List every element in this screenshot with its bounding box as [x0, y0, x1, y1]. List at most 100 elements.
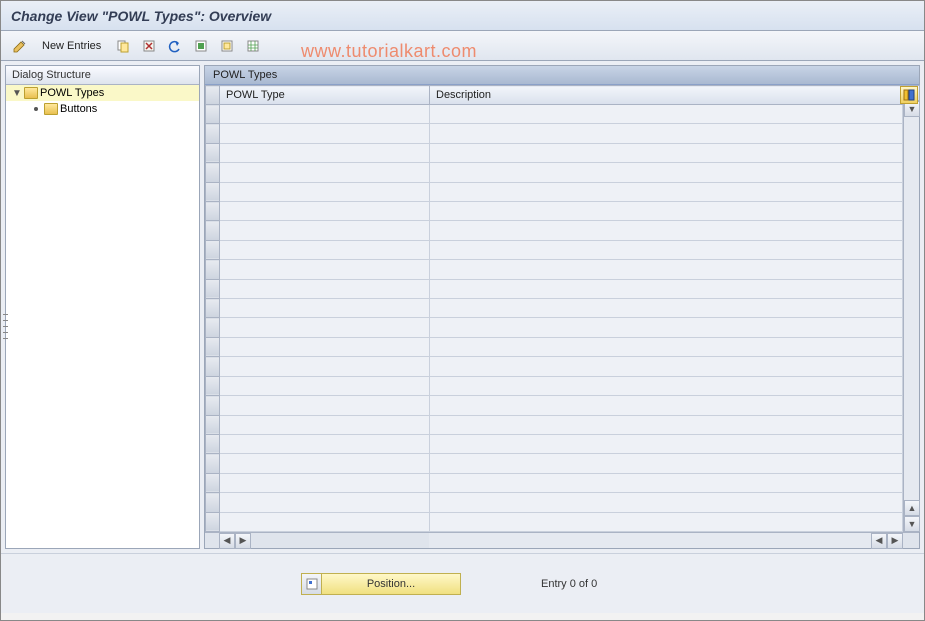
cell-description[interactable]	[430, 279, 903, 298]
cell-powl-type[interactable]	[220, 337, 430, 356]
scroll-track[interactable]	[904, 117, 919, 500]
table-row[interactable]	[206, 454, 903, 473]
row-selector[interactable]	[206, 415, 220, 434]
table-row[interactable]	[206, 357, 903, 376]
cell-description[interactable]	[430, 434, 903, 453]
table-row[interactable]	[206, 124, 903, 143]
col-header-description[interactable]: Description	[430, 86, 903, 105]
cell-description[interactable]	[430, 473, 903, 492]
cell-powl-type[interactable]	[220, 163, 430, 182]
deselect-all-button[interactable]	[216, 36, 238, 56]
row-selector[interactable]	[206, 260, 220, 279]
cell-powl-type[interactable]	[220, 396, 430, 415]
cell-description[interactable]	[430, 337, 903, 356]
cell-description[interactable]	[430, 182, 903, 201]
table-row[interactable]	[206, 473, 903, 492]
table-row[interactable]	[206, 337, 903, 356]
table-row[interactable]	[206, 376, 903, 395]
scroll-down-icon[interactable]: ▼	[904, 516, 920, 532]
cell-powl-type[interactable]	[220, 143, 430, 162]
delete-button[interactable]	[138, 36, 160, 56]
row-selector[interactable]	[206, 279, 220, 298]
scroll-up-icon[interactable]: ▲	[904, 500, 920, 516]
cell-description[interactable]	[430, 202, 903, 221]
cell-description[interactable]	[430, 143, 903, 162]
cell-description[interactable]	[430, 357, 903, 376]
cell-description[interactable]	[430, 105, 903, 124]
table-row[interactable]	[206, 260, 903, 279]
row-selector[interactable]	[206, 124, 220, 143]
cell-powl-type[interactable]	[220, 279, 430, 298]
row-selector[interactable]	[206, 182, 220, 201]
cell-powl-type[interactable]	[220, 454, 430, 473]
cell-description[interactable]	[430, 415, 903, 434]
cell-powl-type[interactable]	[220, 221, 430, 240]
cell-description[interactable]	[430, 124, 903, 143]
table-row[interactable]	[206, 299, 903, 318]
cell-powl-type[interactable]	[220, 415, 430, 434]
table-row[interactable]	[206, 415, 903, 434]
horizontal-scrollbar[interactable]: ◀ ▶ ◀ ▶	[205, 532, 919, 548]
row-selector[interactable]	[206, 318, 220, 337]
row-selector[interactable]	[206, 493, 220, 512]
tree-node-powl-types[interactable]: ▼ POWL Types	[6, 85, 199, 101]
col-header-powl-type[interactable]: POWL Type	[220, 86, 430, 105]
row-selector[interactable]	[206, 143, 220, 162]
cell-powl-type[interactable]	[220, 434, 430, 453]
tree-node-buttons[interactable]: Buttons	[6, 101, 199, 117]
cell-description[interactable]	[430, 163, 903, 182]
expand-icon[interactable]: ▼	[12, 88, 22, 99]
cell-powl-type[interactable]	[220, 182, 430, 201]
table-row[interactable]	[206, 221, 903, 240]
position-button[interactable]: Position...	[301, 573, 461, 595]
cell-description[interactable]	[430, 221, 903, 240]
cell-powl-type[interactable]	[220, 357, 430, 376]
table-row[interactable]	[206, 512, 903, 531]
cell-description[interactable]	[430, 376, 903, 395]
print-button[interactable]	[242, 36, 264, 56]
row-selector[interactable]	[206, 357, 220, 376]
cell-description[interactable]	[430, 396, 903, 415]
cell-powl-type[interactable]	[220, 318, 430, 337]
cell-powl-type[interactable]	[220, 473, 430, 492]
scroll-right-icon[interactable]: ▶	[887, 533, 903, 549]
table-row[interactable]	[206, 182, 903, 201]
undo-button[interactable]	[164, 36, 186, 56]
table-row[interactable]	[206, 143, 903, 162]
cell-description[interactable]	[430, 512, 903, 531]
row-selector[interactable]	[206, 202, 220, 221]
row-selector[interactable]	[206, 473, 220, 492]
table-row[interactable]	[206, 105, 903, 124]
cell-powl-type[interactable]	[220, 124, 430, 143]
row-selector[interactable]	[206, 337, 220, 356]
cell-powl-type[interactable]	[220, 202, 430, 221]
vertical-scrollbar[interactable]: ▲ ▼ ▲ ▼	[903, 85, 919, 532]
scroll-right-icon[interactable]: ▶	[235, 533, 251, 549]
cell-description[interactable]	[430, 299, 903, 318]
row-selector[interactable]	[206, 396, 220, 415]
table-row[interactable]	[206, 163, 903, 182]
table-config-button[interactable]	[900, 86, 918, 104]
table-row[interactable]	[206, 202, 903, 221]
scroll-left-icon[interactable]: ◀	[219, 533, 235, 549]
cell-description[interactable]	[430, 454, 903, 473]
cell-description[interactable]	[430, 260, 903, 279]
row-selector[interactable]	[206, 105, 220, 124]
row-selector[interactable]	[206, 512, 220, 531]
table-row[interactable]	[206, 396, 903, 415]
row-selector[interactable]	[206, 299, 220, 318]
row-selector[interactable]	[206, 163, 220, 182]
table-row[interactable]	[206, 434, 903, 453]
cell-powl-type[interactable]	[220, 376, 430, 395]
copy-button[interactable]	[112, 36, 134, 56]
toggle-edit-button[interactable]	[9, 36, 31, 56]
cell-powl-type[interactable]	[220, 299, 430, 318]
cell-description[interactable]	[430, 240, 903, 259]
row-selector[interactable]	[206, 376, 220, 395]
table-row[interactable]	[206, 279, 903, 298]
cell-description[interactable]	[430, 318, 903, 337]
cell-powl-type[interactable]	[220, 105, 430, 124]
cell-powl-type[interactable]	[220, 260, 430, 279]
cell-powl-type[interactable]	[220, 240, 430, 259]
row-selector[interactable]	[206, 434, 220, 453]
